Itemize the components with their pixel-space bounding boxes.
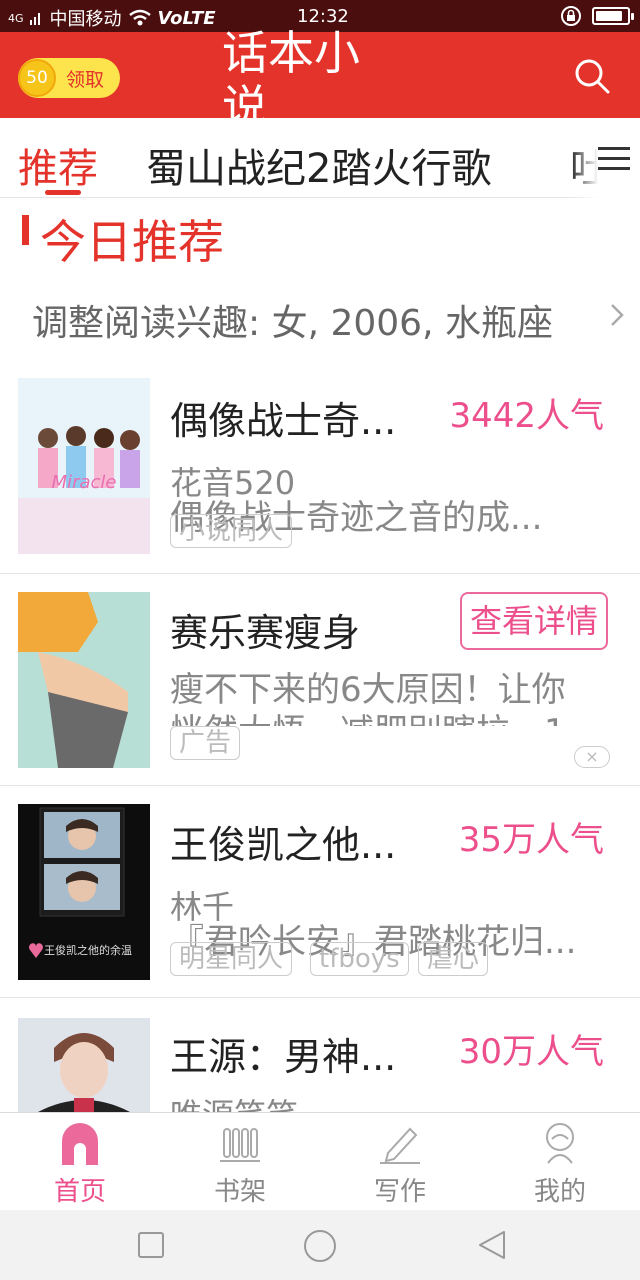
list-item[interactable]: 王俊凯之他的余温 王俊凯之他... 35万人气 林千 『君吟长安』君踏桃花归..…	[0, 786, 640, 998]
bookshelf-icon	[220, 1128, 260, 1162]
item-title: 王源：男神...	[170, 1035, 397, 1079]
claim-label: 领取	[66, 68, 105, 91]
tab-active-indicator	[45, 190, 81, 195]
book-cover: Miracle	[18, 378, 150, 554]
genre-tag: tfboys	[310, 942, 409, 976]
list-item[interactable]: 王源：男神... 30万人气 唯源笑笑	[0, 998, 640, 1112]
tab-shushan[interactable]: 蜀山战纪2踏火行歌	[146, 136, 491, 194]
section-marker	[22, 215, 29, 245]
ad-title: 赛乐赛瘦身	[170, 611, 361, 655]
list-item[interactable]: Miracle 偶像战士奇... 3442人气 花音520 偶像战士奇迹之音的成…	[0, 362, 640, 574]
item-author-clip: 唯源笑笑	[170, 1094, 470, 1112]
signal-icon	[29, 13, 40, 25]
system-navigation	[0, 1210, 640, 1280]
cover-art: 王俊凯之他的余温	[18, 804, 150, 980]
pencil-icon	[380, 1127, 420, 1164]
chevron-right-icon	[611, 304, 624, 326]
wifi-icon	[128, 9, 151, 26]
ad-description-line1: 瘦不下来的6大原因！让你	[170, 670, 566, 710]
home-icon	[62, 1123, 98, 1165]
genre-tag: 明星同人	[170, 942, 293, 976]
nav-home[interactable]: 首页	[0, 1113, 160, 1211]
carrier-name: 中国移动	[49, 9, 122, 30]
ad-cover	[18, 592, 150, 768]
nav-profile[interactable]: 我的	[480, 1113, 640, 1211]
cover-art: Miracle	[18, 378, 150, 554]
app-header: 50 领取 话本小说	[0, 26, 640, 134]
tab-menu-icon[interactable]	[598, 145, 630, 173]
ad-description-line2-clip: 恍然大悟，减肥别瞎拉，1	[170, 708, 610, 726]
section-title: 今日推荐	[40, 215, 224, 269]
popularity-count: 3442人气	[449, 396, 604, 436]
popularity-count: 35万人气	[458, 820, 604, 860]
nav-bookshelf-label: 书架	[213, 1177, 266, 1207]
battery-icon	[592, 7, 634, 25]
cover-art	[18, 1018, 150, 1112]
genre-tag: 小说同人	[170, 514, 293, 548]
signal-indicator: 4G	[8, 11, 24, 25]
rotation-lock-icon	[561, 6, 581, 26]
ad-item[interactable]: 赛乐赛瘦身 查看详情 瘦不下来的6大原因！让你 恍然大悟，减肥别瞎拉，1 广告 …	[0, 574, 640, 786]
book-cover	[18, 1018, 150, 1112]
item-author: 唯源笑笑	[170, 1094, 470, 1112]
coin-icon: 50	[18, 59, 56, 97]
popularity-count: 30万人气	[458, 1032, 604, 1072]
clock: 12:32	[297, 6, 349, 27]
nav-write[interactable]: 写作	[320, 1113, 480, 1211]
status-right	[560, 5, 634, 27]
back-icon[interactable]	[478, 1230, 506, 1260]
book-cover: 王俊凯之他的余温	[18, 804, 150, 980]
genre-tag: 虐心	[418, 942, 489, 976]
tab-recommend[interactable]: 推荐	[18, 136, 98, 194]
cover-art	[18, 592, 150, 768]
nav-home-label: 首页	[53, 1177, 106, 1207]
nav-write-label: 写作	[373, 1177, 426, 1207]
ad-tag: 广告	[170, 726, 241, 760]
home-button-icon[interactable]	[303, 1229, 337, 1263]
view-details-button[interactable]: 查看详情	[459, 592, 608, 650]
nav-bookshelf[interactable]: 书架	[160, 1113, 320, 1211]
interest-settings-link[interactable]: 调整阅读兴趣: 女, 2006, 水瓶座	[32, 294, 553, 346]
status-left: 4G 中国移动 VoLTE	[8, 5, 216, 31]
coin-reward-button[interactable]: 50 领取	[18, 58, 120, 98]
profile-icon	[546, 1123, 574, 1164]
search-icon[interactable]	[572, 56, 612, 96]
item-title: 偶像战士奇...	[170, 399, 397, 443]
category-tabs: 推荐 蜀山战纪2踏火行歌 吐	[0, 118, 640, 198]
bottom-navigation: 首页 书架 写作 我的	[0, 1112, 640, 1210]
recent-apps-icon[interactable]	[138, 1232, 164, 1258]
close-ad-icon[interactable]: ×	[574, 746, 610, 768]
ad-description-line2: 恍然大悟，减肥别瞎拉，1	[170, 708, 610, 726]
nav-profile-label: 我的	[533, 1177, 586, 1207]
network-type: VoLTE	[157, 7, 216, 29]
item-title: 王俊凯之他...	[170, 823, 397, 867]
svg-text:Miracle: Miracle	[52, 472, 117, 493]
svg-text:王俊凯之他的余温: 王俊凯之他的余温	[44, 943, 132, 957]
